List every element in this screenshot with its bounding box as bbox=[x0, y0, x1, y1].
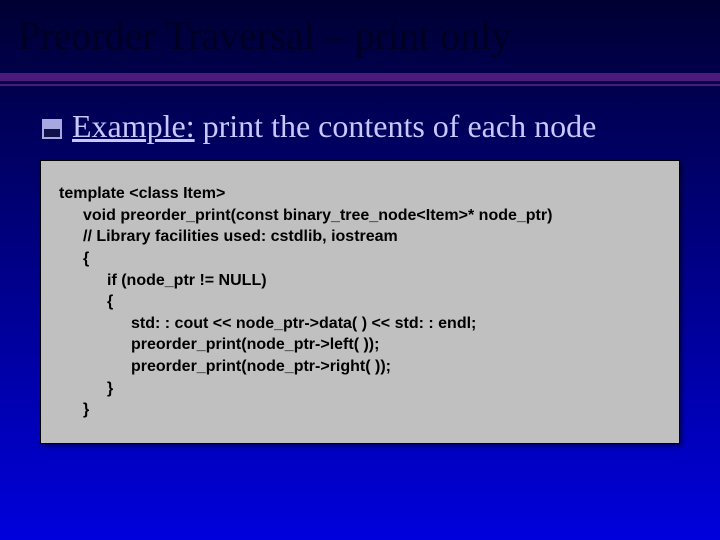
bullet-text: Example: print the contents of each node bbox=[72, 109, 596, 144]
bullet-item: Example: print the contents of each node bbox=[42, 109, 678, 144]
code-line: { bbox=[59, 248, 661, 270]
code-line: } bbox=[59, 378, 661, 400]
code-line: preorder_print(node_ptr->right( )); bbox=[59, 356, 661, 378]
title-rule bbox=[0, 71, 720, 87]
code-line: } bbox=[59, 399, 661, 421]
slide-title: Preorder Traversal – print only bbox=[0, 0, 720, 67]
code-line: // Library facilities used: cstdlib, ios… bbox=[59, 226, 661, 248]
code-line: void preorder_print(const binary_tree_no… bbox=[59, 205, 661, 227]
code-line: std: : cout << node_ptr->data( ) << std:… bbox=[59, 313, 661, 335]
bullet-rest: print the contents of each node bbox=[195, 108, 597, 144]
code-line: if (node_ptr != NULL) bbox=[59, 270, 661, 292]
code-block: template <class Item> void preorder_prin… bbox=[40, 160, 680, 444]
code-line: template <class Item> bbox=[59, 183, 661, 205]
bullet-square-icon bbox=[42, 119, 62, 139]
code-line: { bbox=[59, 291, 661, 313]
slide-content: Example: print the contents of each node… bbox=[0, 87, 720, 444]
code-line: preorder_print(node_ptr->left( )); bbox=[59, 334, 661, 356]
bullet-lead: Example: bbox=[72, 108, 195, 144]
